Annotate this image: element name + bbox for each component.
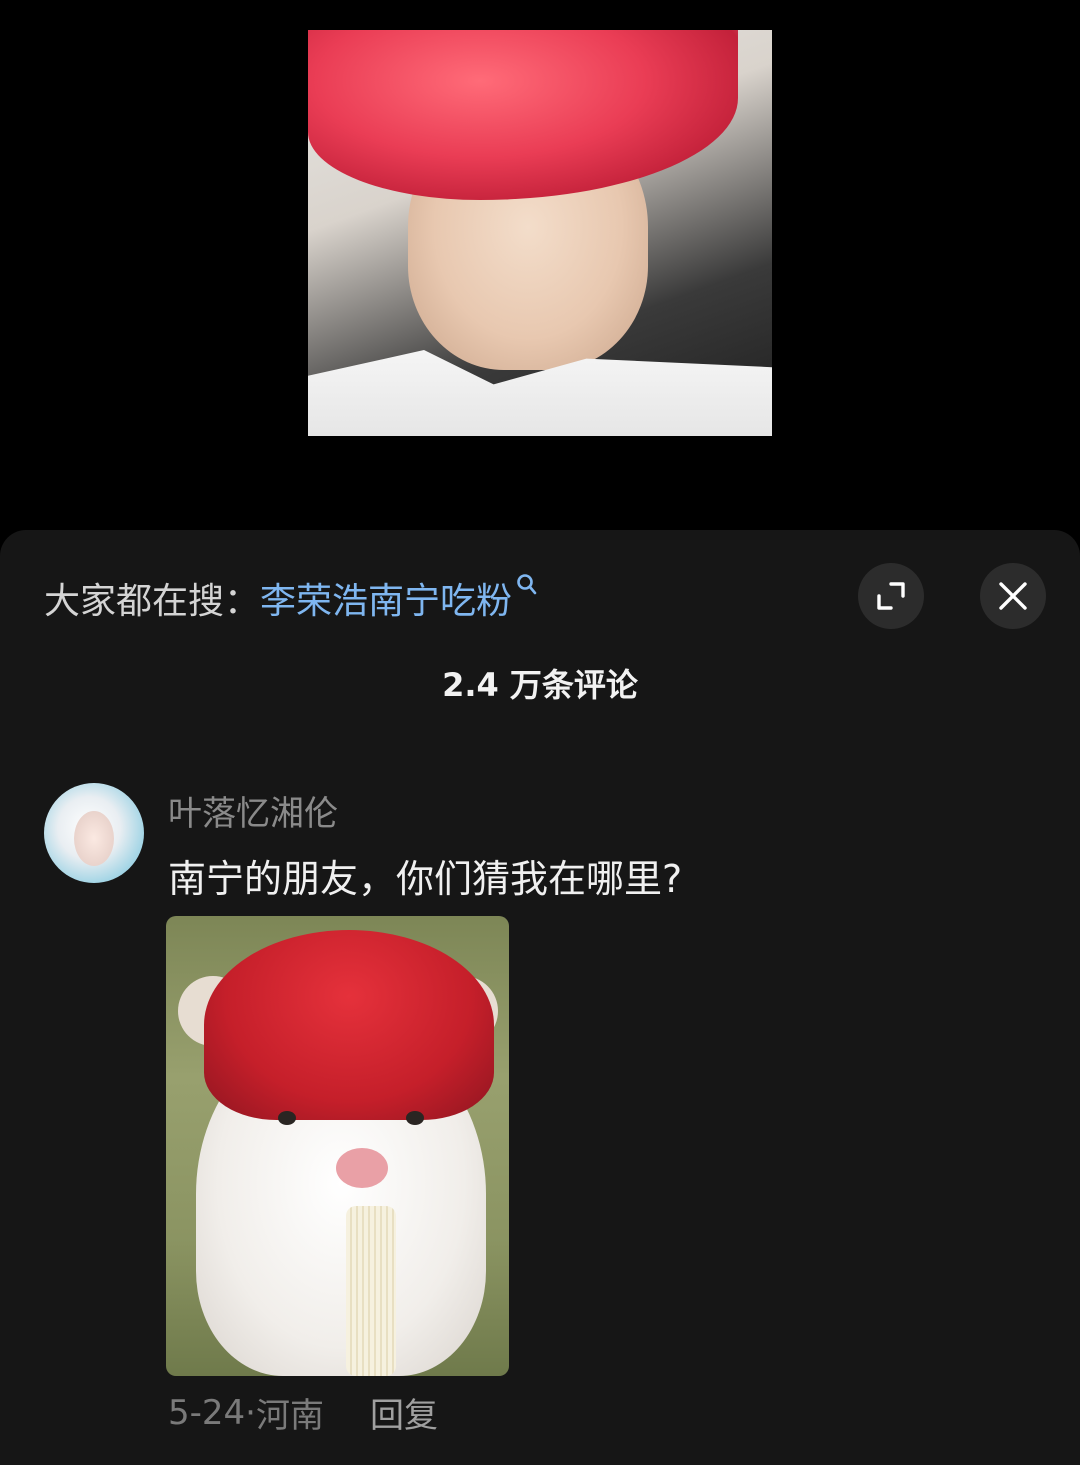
- dog-eye-left: [278, 1111, 296, 1125]
- expand-icon: [877, 582, 905, 610]
- comment-username[interactable]: 叶落忆湘伦: [168, 786, 338, 835]
- search-keyword[interactable]: 李荣浩南宁吃粉: [260, 572, 512, 624]
- comment-location: 河南: [255, 1396, 324, 1436]
- red-hair: [308, 30, 738, 200]
- close-icon: [999, 582, 1027, 610]
- search-suggestion[interactable]: 大家都在搜： 李荣浩南宁吃粉: [44, 574, 538, 622]
- expand-button[interactable]: [858, 563, 924, 629]
- comment-meta: 5-24 · 河南 回复: [168, 1388, 438, 1437]
- noodles: [346, 1206, 396, 1376]
- avatar-figure: [74, 811, 114, 866]
- dog-nose: [336, 1148, 388, 1188]
- close-button[interactable]: [980, 563, 1046, 629]
- meta-separator: ·: [245, 1392, 256, 1433]
- search-prefix: 大家都在搜：: [44, 581, 261, 622]
- video-player[interactable]: [0, 0, 1080, 530]
- video-frame: [308, 30, 772, 436]
- dog-eye-right: [406, 1111, 424, 1125]
- red-wig: [204, 930, 494, 1120]
- avatar[interactable]: [44, 783, 144, 883]
- comment-date: 5-24: [168, 1392, 246, 1433]
- comment-image[interactable]: [166, 916, 509, 1376]
- comment-count: 2.4 万条评论: [442, 666, 638, 704]
- reply-button[interactable]: 回复: [370, 1388, 438, 1437]
- comment-text: 南宁的朋友，你们猜我在哪里?: [168, 857, 683, 901]
- search-icon: [516, 573, 538, 603]
